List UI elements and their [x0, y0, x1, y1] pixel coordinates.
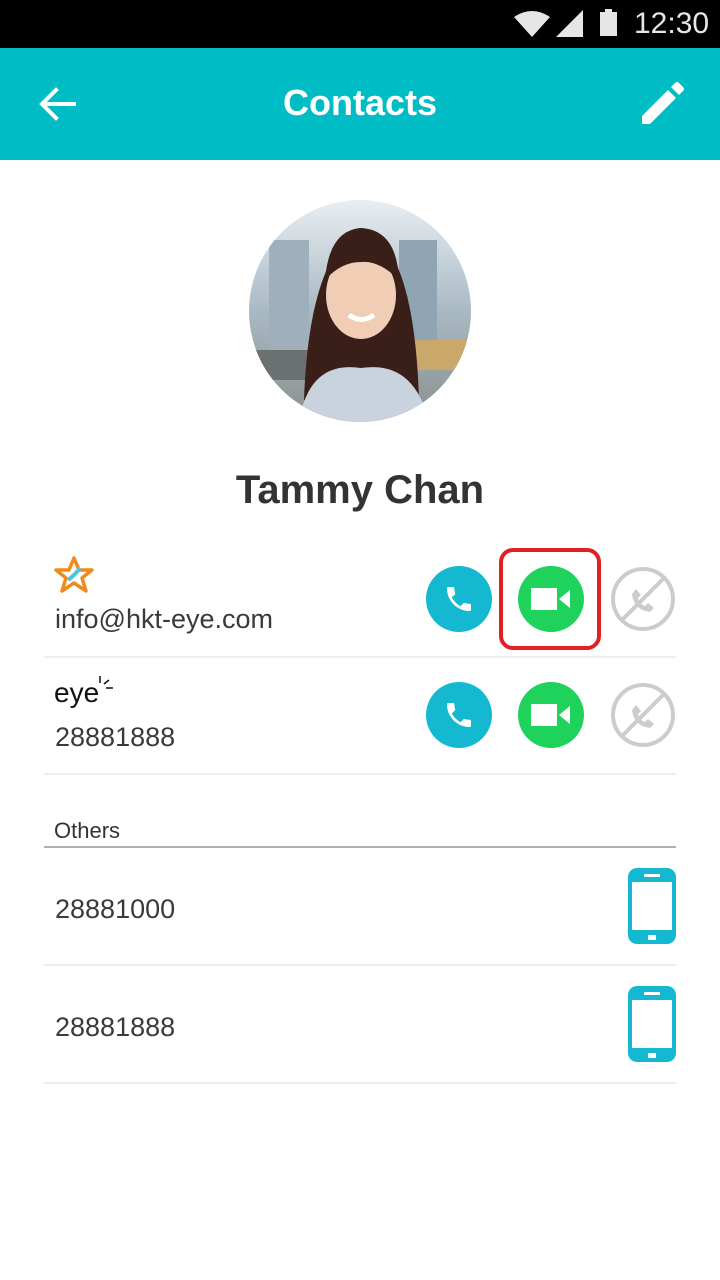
star-logo-icon	[54, 556, 94, 593]
other-number: 28881000	[55, 894, 176, 924]
other-number-row[interactable]: 28881000	[44, 848, 676, 966]
battery-icon	[600, 9, 617, 36]
account-row-email: info@hkt-eye.com	[44, 540, 676, 658]
selection-highlight	[499, 548, 601, 650]
phone-icon	[447, 587, 471, 611]
page-title: Contacts	[282, 82, 438, 123]
status-bar: 12:30	[0, 0, 720, 48]
call-blocked-icon	[611, 683, 675, 747]
cellular-signal-icon	[556, 10, 583, 37]
contact-name: Tammy Chan	[235, 468, 485, 512]
mobile-phone-icon[interactable]	[628, 868, 676, 944]
voice-call-button[interactable]	[426, 566, 492, 632]
account-number[interactable]: 28881888	[55, 722, 175, 753]
pencil-edit-icon	[642, 82, 684, 124]
call-disabled-button[interactable]	[610, 566, 676, 632]
edit-button[interactable]	[638, 80, 686, 128]
account-email[interactable]: info@hkt-eye.com	[55, 604, 273, 635]
voice-call-button[interactable]	[426, 682, 492, 748]
app-bar: Contacts	[0, 48, 720, 160]
avatar	[249, 200, 471, 422]
phone-icon	[447, 703, 471, 727]
video-call-button[interactable]	[518, 682, 584, 748]
eye-logo: eye	[54, 676, 113, 708]
mobile-phone-icon[interactable]	[628, 986, 676, 1062]
other-number: 28881888	[55, 1012, 176, 1042]
account-row-eye: eye 28881888	[44, 658, 676, 775]
other-number-row[interactable]: 28881888	[44, 966, 676, 1084]
section-label-others: Others	[54, 818, 121, 843]
svg-text:eye: eye	[54, 677, 99, 708]
video-camera-icon	[531, 704, 570, 726]
wifi-icon	[514, 11, 550, 37]
status-time: 12:30	[634, 7, 710, 40]
call-disabled-button[interactable]	[610, 682, 676, 748]
call-blocked-icon	[611, 567, 675, 631]
